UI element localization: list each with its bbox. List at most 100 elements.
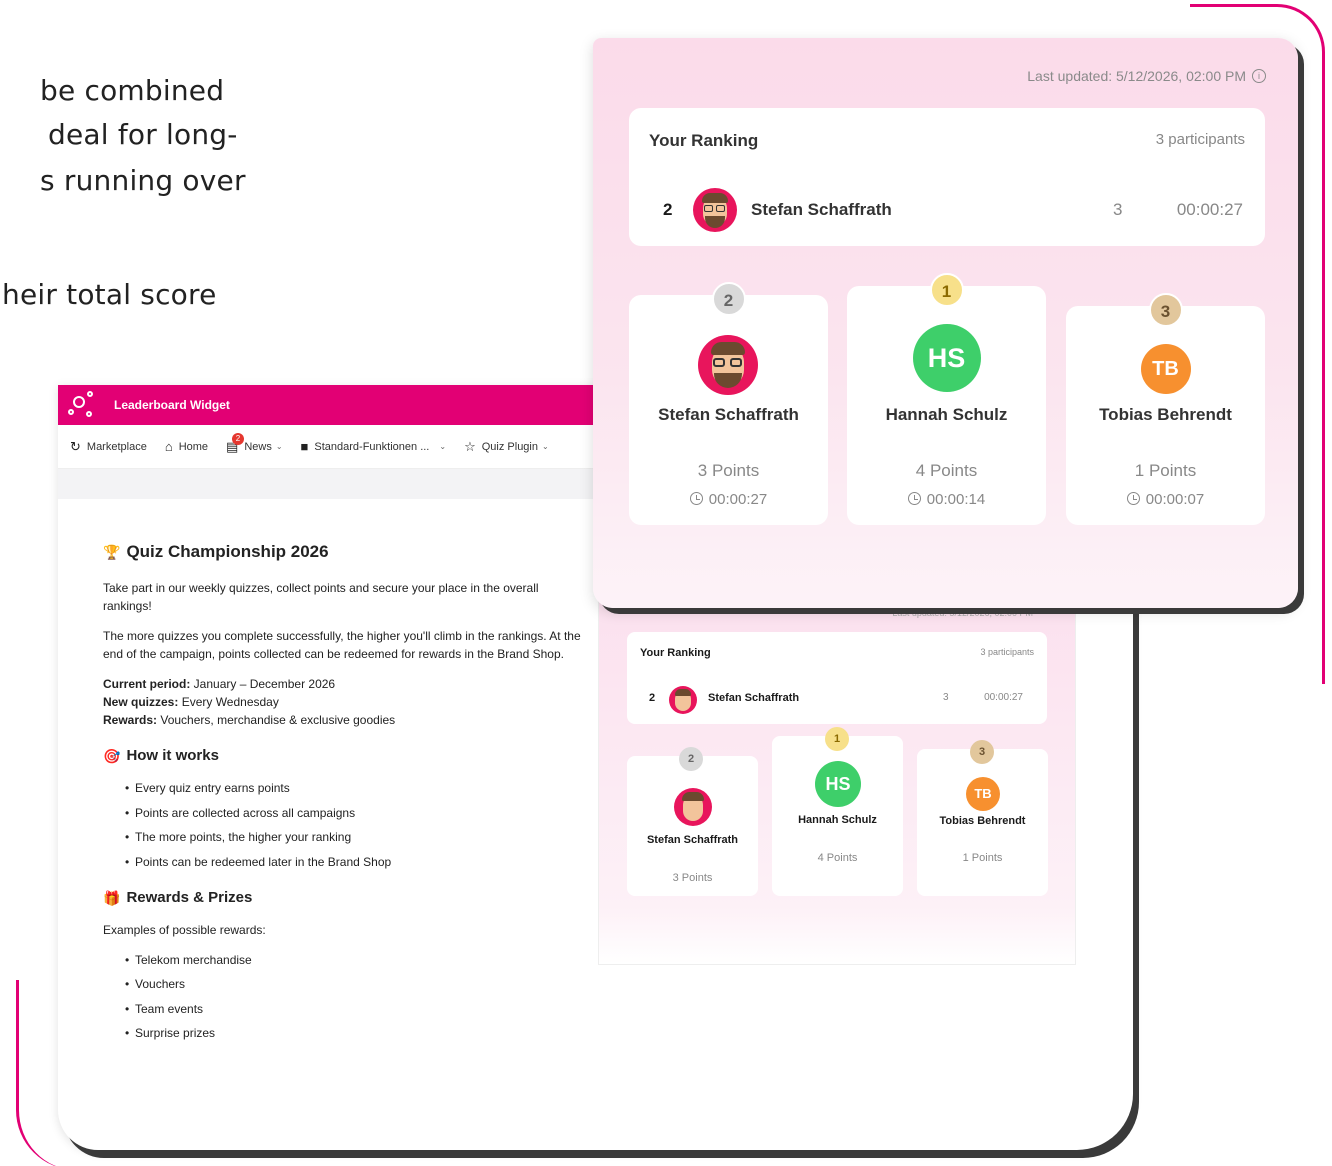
mini-ranking-title: Your Ranking bbox=[640, 647, 711, 659]
mini-podium-first: 1 HS Hannah Schulz 4 Points bbox=[772, 727, 903, 896]
rank-badge: 1 bbox=[929, 273, 964, 307]
nav-item-marketplace[interactable]: ↻ Marketplace bbox=[70, 439, 147, 455]
nav-label: Home bbox=[178, 440, 209, 453]
rewards-heading: 🎁 Rewards & Prizes bbox=[103, 888, 253, 906]
news-badge: 2 bbox=[232, 432, 245, 445]
background-text-line: be combined bbox=[40, 74, 225, 107]
clock-icon bbox=[1126, 492, 1140, 505]
mini-podium-name: Hannah Schulz bbox=[798, 814, 877, 826]
mini-podium-second: 2 Stefan Schaffrath 3 Points bbox=[627, 747, 758, 896]
rank-time: 00:00:27 bbox=[1176, 200, 1243, 219]
refresh-icon: ↻ bbox=[70, 438, 81, 454]
mini-podium-third: 3 TB Tobias Behrendt 1 Points bbox=[917, 740, 1048, 896]
list-item: Vouchers bbox=[125, 975, 583, 993]
avatar bbox=[669, 686, 697, 714]
mini-rank-name: Stefan Schaffrath bbox=[708, 692, 800, 704]
star-icon: ☆ bbox=[464, 438, 476, 454]
rank-score: 3 bbox=[1113, 200, 1123, 219]
mini-rank-time: 00:00:27 bbox=[984, 692, 1023, 703]
nav-item-news[interactable]: ▤ 2 News ⌄ bbox=[226, 432, 283, 455]
background-text-line: heir total score bbox=[2, 278, 217, 311]
article-paragraph: Take part in our weekly quizzes, collect… bbox=[103, 581, 539, 613]
chevron-down-icon: ⌄ bbox=[542, 442, 549, 451]
mini-rank-score: 3 bbox=[943, 692, 949, 703]
ranking-row[interactable]: 2 Stefan Schaffrath 3 00:00:27 bbox=[663, 188, 1243, 232]
mini-rank-badge: 3 bbox=[970, 740, 994, 764]
rank-badge: 3 bbox=[1148, 293, 1183, 327]
trophy-icon: 🏆 bbox=[103, 544, 121, 560]
list-item: The more points, the higher your ranking bbox=[125, 828, 583, 846]
rewards-list: Telekom merchandise Vouchers Team events… bbox=[125, 951, 583, 1043]
list-item: Points are collected across all campaign… bbox=[125, 804, 583, 822]
info-icon[interactable]: i bbox=[1252, 69, 1266, 83]
podium-name: Tobias Behrendt bbox=[1099, 405, 1232, 424]
article-title: 🏆 Quiz Championship 2026 bbox=[103, 543, 583, 561]
background-text-line: s running over bbox=[40, 164, 246, 197]
leaderboard-widget: Last updated: 5/12/2026, 02:00 PM i Your… bbox=[593, 38, 1298, 608]
ranking-title: Your Ranking bbox=[649, 131, 759, 150]
avatar bbox=[674, 788, 712, 826]
your-ranking-card: Your Ranking 3 participants 2 Stefan Sch… bbox=[629, 108, 1265, 246]
folder-icon: ■ bbox=[300, 439, 309, 454]
background-text-line: deal for long- bbox=[48, 118, 238, 151]
mini-podium-points: 4 Points bbox=[817, 852, 858, 864]
chevron-down-icon: ⌄ bbox=[275, 442, 283, 451]
rewards-line: Rewards: Vouchers, merchandise & exclusi… bbox=[103, 713, 396, 727]
nav-item-home[interactable]: ⌂ Home bbox=[165, 439, 208, 454]
nav-label: Marketplace bbox=[86, 440, 147, 453]
podium-name: Hannah Schulz bbox=[885, 405, 1008, 424]
article-title-text: Quiz Championship 2026 bbox=[126, 542, 329, 561]
nav-item-standard-funktionen[interactable]: ■ Standard-Funktionen ... ⌄ bbox=[301, 439, 447, 454]
avatar-initials: TB bbox=[1140, 344, 1191, 394]
article: 🏆 Quiz Championship 2026 Take part in our… bbox=[103, 543, 583, 1049]
mini-podium-points: 1 Points bbox=[962, 852, 1003, 864]
list-item: Surprise prizes bbox=[125, 1024, 583, 1042]
clock-icon bbox=[907, 492, 921, 505]
mini-podium-points: 3 Points bbox=[672, 872, 713, 884]
podium-name: Stefan Schaffrath bbox=[658, 405, 799, 424]
mini-updated: Last updated: 5/12/2026, 02:00 PM bbox=[892, 608, 1033, 618]
new-quizzes-line: New quizzes: Every Wednesday bbox=[103, 695, 279, 709]
podium-points: 4 Points bbox=[915, 461, 978, 480]
app-logo-icon bbox=[64, 389, 96, 421]
period-line: Current period: January – December 2026 bbox=[103, 677, 336, 691]
avatar-initials: TB bbox=[966, 777, 1000, 811]
article-paragraph: The more quizzes you complete successful… bbox=[103, 629, 581, 661]
list-item: Telekom merchandise bbox=[125, 951, 583, 969]
gift-icon: 🎁 bbox=[103, 889, 121, 906]
rewards-intro: Examples of possible rewards: bbox=[103, 922, 266, 937]
podium-time: 00:00:14 bbox=[847, 491, 1046, 508]
home-icon: ⌂ bbox=[164, 439, 173, 454]
mini-ranking-card: Your Ranking 3 participants 2 Stefan Sch… bbox=[627, 632, 1047, 724]
podium-points: 3 Points bbox=[697, 461, 760, 480]
mini-rank-position: 2 bbox=[649, 692, 656, 704]
participants-count: 3 participants bbox=[1155, 131, 1245, 148]
list-item: Points can be redeemed later in the Bran… bbox=[125, 853, 583, 871]
rank-name: Stefan Schaffrath bbox=[751, 200, 892, 219]
podium-points: 1 Points bbox=[1134, 461, 1197, 480]
last-updated-text: Last updated: 5/12/2026, 02:00 PM bbox=[1027, 68, 1246, 84]
rank-badge: 2 bbox=[711, 282, 746, 316]
avatar bbox=[698, 335, 758, 395]
mini-leaderboard: Last updated: 5/12/2026, 02:00 PM Your R… bbox=[598, 585, 1076, 965]
podium-time: 00:00:27 bbox=[629, 491, 828, 508]
list-item: Every quiz entry earns points bbox=[125, 779, 583, 797]
mini-podium-name: Tobias Behrendt bbox=[939, 815, 1026, 827]
nav-item-quiz-plugin[interactable]: ☆ Quiz Plugin ⌄ bbox=[464, 439, 549, 455]
clock-icon bbox=[689, 492, 703, 505]
nav-label: Standard-Funktionen ... bbox=[314, 440, 430, 453]
list-item: Team events bbox=[125, 1000, 583, 1018]
rank-position: 2 bbox=[663, 200, 673, 219]
app-title: Leaderboard Widget bbox=[114, 398, 230, 412]
mini-rank-badge: 2 bbox=[679, 747, 703, 771]
news-icon: ▤ 2 bbox=[226, 432, 245, 455]
avatar bbox=[693, 188, 737, 232]
podium-card-third[interactable]: 3 TB Tobias Behrendt 1 Points 00:00:07 bbox=[1066, 293, 1265, 525]
podium-card-first[interactable]: 1 HS Hannah Schulz 4 Points 00:00:14 bbox=[847, 273, 1046, 525]
how-it-works-heading: 🎯 How it works bbox=[103, 747, 219, 764]
podium-card-second[interactable]: 2 Stefan Schaffrath 3 Points 00:00:27 bbox=[629, 282, 828, 525]
mini-participants: 3 participants bbox=[980, 647, 1034, 657]
mini-rank-badge: 1 bbox=[825, 727, 849, 751]
avatar-initials: HS bbox=[815, 761, 861, 807]
target-icon: 🎯 bbox=[103, 748, 121, 764]
